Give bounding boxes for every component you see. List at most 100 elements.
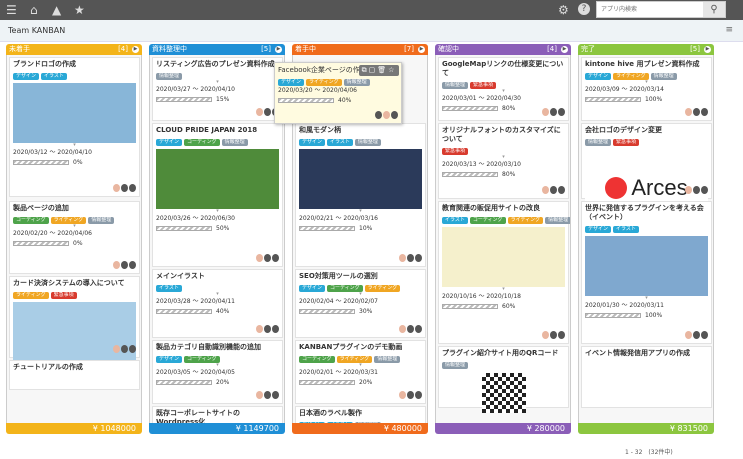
avatar xyxy=(256,254,263,262)
tag: コーディング xyxy=(184,139,220,146)
pagination-text: 1 - 32 (32件中) xyxy=(625,449,673,456)
tag: デザイン xyxy=(156,356,183,363)
avatar xyxy=(407,254,414,262)
top-navigation-bar: ☰ ⌂ ▲ ★ ⚙ ? ⚲ xyxy=(0,0,743,20)
tag: 情報整理 xyxy=(585,139,612,146)
avatar xyxy=(558,331,565,339)
avatar xyxy=(542,108,549,116)
kanban-card[interactable]: CLOUD PRIDE JAPAN 2018 デザイン コーディング 情報整理 ▾ 202… xyxy=(152,123,283,267)
kanban-card[interactable]: リスティング広告のプレゼン資料作成 情報整理 ▾ 2020/03/27 〜 2020/… xyxy=(152,57,283,121)
kanban-card[interactable]: 和風モダン柄 デザイン イラスト 情報整理 ▾ 2020/02/21 〜 2020/03/… xyxy=(295,123,426,267)
kanban-card[interactable]: 既存コーポレートサイトのWordpress化デザインライティング xyxy=(152,406,283,423)
progress-row: 100% xyxy=(582,95,711,103)
kanban-card[interactable]: KANBANプラグインのデモ動画 コーディング ライティング 情報整理 ▾ 2020/02… xyxy=(295,340,426,404)
app-title[interactable]: Team KANBAN xyxy=(8,26,65,35)
tag: イラスト xyxy=(327,139,353,146)
kanban-card[interactable]: 世界に発信するプラグインを考える会（イベント） デザイン イラスト ▾ 2020/01/… xyxy=(581,201,712,344)
card-action-icons[interactable]: ⧉▢🗑☆ xyxy=(359,65,399,76)
home-icon[interactable]: ⌂ xyxy=(30,3,38,17)
avatar xyxy=(264,391,271,399)
avatar xyxy=(415,325,422,333)
card-date: 2020/03/26 〜 2020/06/30 xyxy=(156,215,235,222)
search-box: ⚲ xyxy=(596,1,726,18)
search-input[interactable] xyxy=(597,2,701,17)
kanban-card[interactable]: メインイラスト イラスト ▾ 2020/03/28 〜 2020/04/11 40% xyxy=(152,269,283,338)
search-icon[interactable]: ⚲ xyxy=(703,2,725,17)
avatar xyxy=(542,186,549,194)
card-title: SEO対策用ツールの選別 xyxy=(299,272,378,280)
tag: ライティング xyxy=(50,217,87,224)
tag: 情報整理 xyxy=(343,79,370,86)
lane-add-icon[interactable]: ▶ xyxy=(132,46,139,53)
tag: コーディング xyxy=(299,356,335,363)
card-hover-popup[interactable]: Facebook企業ページの作成 ⧉▢🗑☆ デザイン ライティング 情報整理 202… xyxy=(274,62,402,124)
kanban-card[interactable]: イベント情報発信用アプリの作成 xyxy=(581,346,712,408)
avatar xyxy=(701,186,708,194)
tag: 緊急事項 xyxy=(442,148,469,155)
assignee-avatars xyxy=(398,254,422,264)
tag: コーディング xyxy=(327,285,363,292)
kanban-card[interactable]: 製品カテゴリ自動識別機能の追加 デザイン コーディング ▾ 2020/03/05 〜 2… xyxy=(152,340,283,404)
progress-row: 15% xyxy=(153,95,282,103)
avatar xyxy=(407,391,414,399)
tag: ライティング xyxy=(364,285,401,292)
progress-bar xyxy=(13,159,69,165)
card-date: 2020/03/01 〜 2020/04/30 xyxy=(442,95,521,102)
help-icon[interactable]: ? xyxy=(578,3,590,15)
menu-icon[interactable]: ☰ xyxy=(6,3,17,17)
kanban-card[interactable]: チュートリアルの作成 xyxy=(9,360,140,390)
star-icon[interactable]: ★ xyxy=(74,3,85,17)
lane-add-icon[interactable]: ▶ xyxy=(561,46,568,53)
kanban-card[interactable]: 製品ページの追加 コーディング ライティング 情報整理 ▾ 2020/02/20 〜 20… xyxy=(9,201,140,274)
progress-bar xyxy=(585,312,641,318)
avatar xyxy=(121,345,128,353)
lane-header[interactable]: 確認中 [4] ▶ xyxy=(435,44,571,55)
kanban-card[interactable]: 日本酒のラベル製作デザインイラスト情報整理 xyxy=(295,406,426,423)
lane-header[interactable]: 未着手 [4] ▶ xyxy=(6,44,142,55)
avatar xyxy=(383,111,390,119)
kanban-card[interactable]: ブランドロゴの作成 デザイン イラスト ▾ 2020/03/12 〜 2020/04/1… xyxy=(9,57,140,197)
lane-add-icon[interactable]: ▶ xyxy=(275,46,282,53)
tag: 情報整理 xyxy=(156,73,183,80)
kanban-card[interactable]: kintone hive 用プレゼン資料作成 デザイン ライティング 情報整理 ▾ 202… xyxy=(581,57,712,121)
avatar xyxy=(415,391,422,399)
lane-add-icon[interactable]: ▶ xyxy=(418,46,425,53)
lane-header[interactable]: 着手中 [7] ▶ xyxy=(292,44,428,55)
assignee-avatars xyxy=(255,325,279,335)
avatar xyxy=(693,108,700,116)
tag: デザイン xyxy=(156,139,183,146)
assignee-avatars xyxy=(398,391,422,401)
avatar xyxy=(701,108,708,116)
card-tags xyxy=(582,358,711,360)
card-tags: 情報整理 緊急事項 xyxy=(582,135,711,146)
lane-add-icon[interactable]: ▶ xyxy=(704,46,711,53)
bell-icon[interactable]: ▲ xyxy=(52,3,61,17)
tag: イラスト xyxy=(613,226,639,233)
card-title: ブランドロゴの作成 xyxy=(13,60,76,68)
card-date: 2020/02/04 〜 2020/02/07 xyxy=(299,298,378,305)
qr-code-image xyxy=(481,373,526,413)
lane-4: 完了 [5] ▶ kintone hive 用プレゼン資料作成 デザイン ライティング 情報… xyxy=(578,44,714,434)
progress-percent: 60% xyxy=(502,303,516,310)
progress-row: 20% xyxy=(153,378,282,386)
lane-header[interactable]: 完了 [5] ▶ xyxy=(578,44,714,55)
tag: コーディング xyxy=(184,356,220,363)
kanban-card[interactable]: GoogleMapリンクの仕様変更について 情報整理 緊急事項 ▾ 2020/03/01… xyxy=(438,57,569,121)
assignee-avatars xyxy=(541,186,565,196)
kanban-card[interactable]: SEO対策用ツールの選別 デザイン コーディング ライティング ▾ 2020/02/04 … xyxy=(295,269,426,338)
assignee-avatars xyxy=(684,108,708,118)
gear-icon[interactable]: ⚙ xyxy=(558,3,569,17)
progress-percent: 30% xyxy=(359,308,373,315)
hamburger-menu-icon[interactable]: ≡ xyxy=(725,25,733,35)
tag: 情報整理 xyxy=(442,362,469,369)
kanban-card[interactable]: オリジナルフォントのカスタマイズについて 緊急事項 ▾ 2020/03/13 〜 20… xyxy=(438,123,569,199)
assignee-avatars xyxy=(374,111,398,121)
app-header: Team KANBAN ≡ xyxy=(0,20,743,42)
kanban-card[interactable]: 教育関連の販促用サイトの改良 イラスト コーディング ライティング 情報整理 ▾ 2020/… xyxy=(438,201,570,344)
kanban-card[interactable]: カード決済システムの導入についてライティング緊急事項▾2020/02/26 〜 … xyxy=(9,276,140,385)
avatar xyxy=(701,331,708,339)
logo-icon xyxy=(605,177,628,199)
lane-header[interactable]: 資料整理中 [5] ▶ xyxy=(149,44,285,55)
kanban-card[interactable]: 会社ロゴのデザイン変更情報整理緊急事項Arces▾2020/02/20 〜 20… xyxy=(581,123,712,250)
kanban-card[interactable]: プラグイン紹介サイト用のQRコード 情報整理 xyxy=(438,346,569,413)
